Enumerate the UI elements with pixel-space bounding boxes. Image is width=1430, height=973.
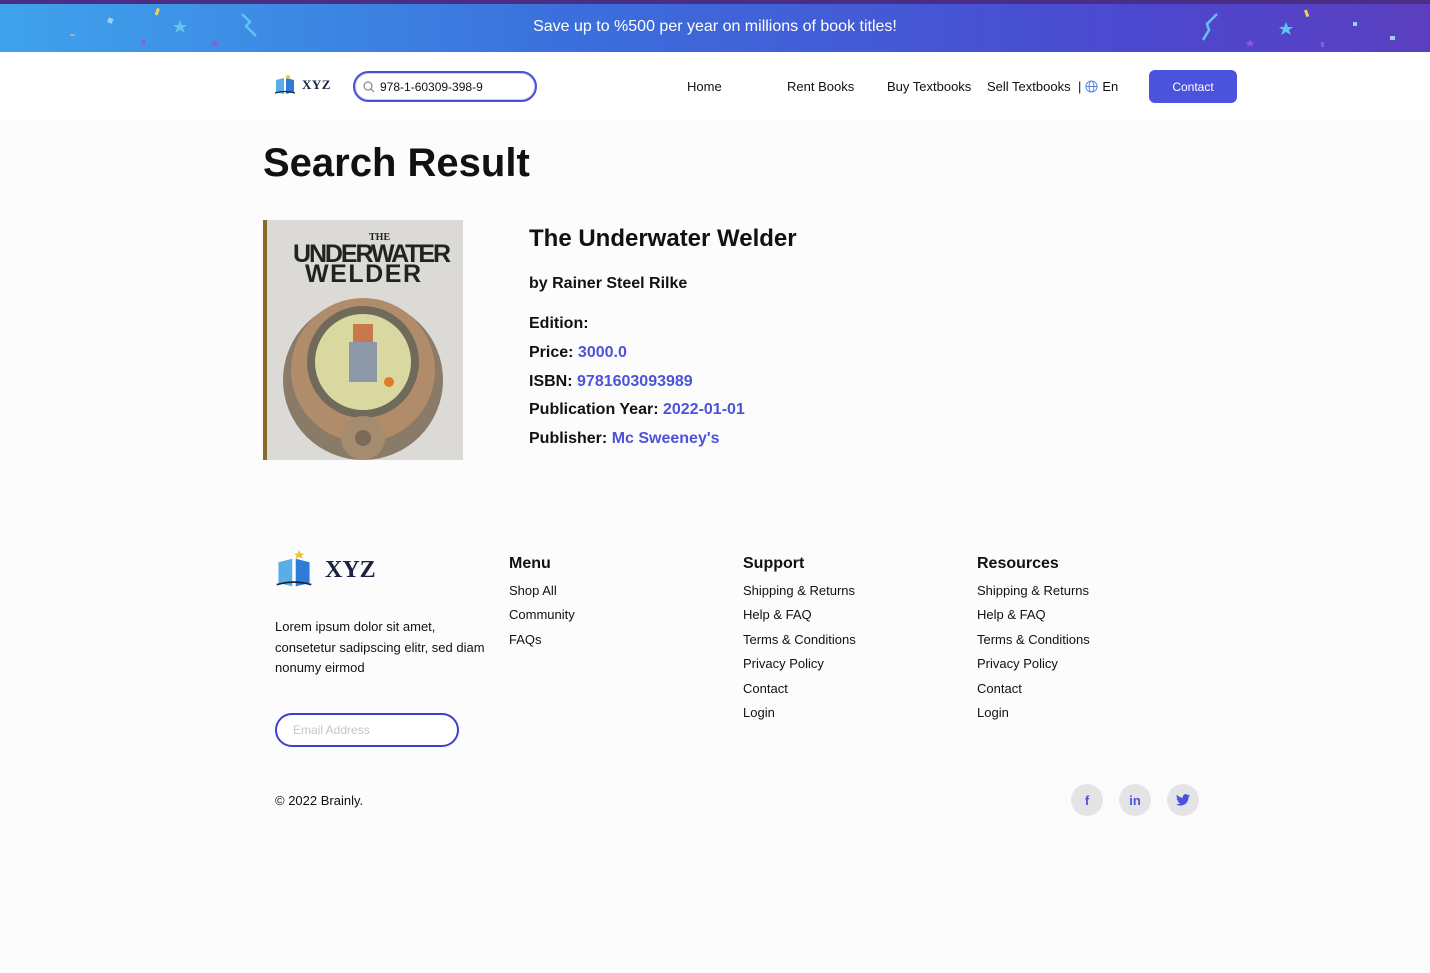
price-label: Price: [529,344,574,361]
footer-link-terms[interactable]: Terms & Conditions [977,630,1090,654]
isbn-value: 9781603093989 [577,373,693,390]
footer-logo-text: XYZ [325,556,376,583]
footer-link-contact[interactable]: Contact [977,679,1090,703]
open-book-logo-icon [276,550,312,587]
publisher-row: Publisher: Mc Sweeney's [529,430,720,448]
price-value: 3000.0 [577,344,627,361]
footer-support-column: Support Shipping & Returns Help & FAQ Te… [743,555,856,727]
publisher-value: Mc Sweeney's [611,430,720,447]
globe-icon [1085,80,1098,93]
cover-title-line3: WELDER [305,260,421,288]
publisher-label: Publisher: [529,430,608,447]
open-book-logo-icon [274,74,296,94]
linkedin-glyph: in [1129,792,1141,808]
promo-banner: Save up to %500 per year on millions of … [0,0,1430,52]
footer-link-help-faq[interactable]: Help & FAQ [743,605,856,629]
price-row: Price: 3000.0 [529,344,627,362]
footer-description: Lorem ipsum dolor sit amet, consetetur s… [275,619,485,675]
book-cover-image: THE UNDERWATER WELDER [263,220,463,460]
top-navigation: XYZ Home Rent Books Buy Textbooks Sell T… [0,52,1430,120]
footer-menu-column: Menu Shop All Community FAQs [509,555,575,654]
publication-year-value: 2022-01-01 [662,401,745,418]
facebook-glyph: f [1084,792,1090,808]
email-input[interactable] [275,713,459,747]
footer-support-heading: Support [743,555,805,572]
footer-menu-heading: Menu [509,555,551,572]
nav-home-link[interactable]: Home [687,79,722,94]
footer-link-shop-all[interactable]: Shop All [509,581,575,605]
publication-year-row: Publication Year: 2022-01-01 [529,401,745,419]
twitter-bird-icon [1176,794,1190,806]
nav-rent-books-link[interactable]: Rent Books [787,79,854,94]
edition-row: Edition: [529,315,589,333]
footer-link-privacy[interactable]: Privacy Policy [977,654,1090,678]
footer-link-faqs[interactable]: FAQs [509,630,575,654]
nav-sell-textbooks-link[interactable]: Sell Textbooks [987,79,1071,94]
footer-link-shipping-returns[interactable]: Shipping & Returns [743,581,856,605]
search-icon [363,80,375,92]
contact-button[interactable]: Contact [1149,70,1237,103]
footer-resources-column: Resources Shipping & Returns Help & FAQ … [977,555,1090,727]
book-title: The Underwater Welder [529,225,797,252]
book-author: by Rainer Steel Rilke [529,275,688,292]
language-label: En [1102,79,1119,94]
linkedin-icon[interactable]: in [1119,784,1151,816]
copyright-text: © 2022 Brainly. [275,793,364,808]
twitter-icon[interactable] [1167,784,1199,816]
confetti-right-decoration [1201,9,1395,47]
nav-separator: | [1078,79,1082,94]
footer-link-terms[interactable]: Terms & Conditions [743,630,856,654]
page-title: Search Result [263,141,530,185]
footer-resources-heading: Resources [977,555,1059,572]
isbn-row: ISBN: 9781603093989 [529,373,693,391]
footer-link-login[interactable]: Login [743,703,856,727]
footer-logo[interactable]: XYZ [275,550,376,590]
isbn-label: ISBN: [529,373,573,390]
edition-label: Edition: [529,315,589,332]
footer-link-community[interactable]: Community [509,605,575,629]
language-selector[interactable]: | En [1078,79,1118,94]
search-input[interactable] [380,79,530,94]
footer-link-help-faq[interactable]: Help & FAQ [977,605,1090,629]
footer-link-privacy[interactable]: Privacy Policy [743,654,856,678]
header-logo[interactable]: XYZ [274,74,331,96]
footer-link-contact[interactable]: Contact [743,679,856,703]
footer-link-login[interactable]: Login [977,703,1090,727]
footer-link-shipping-returns[interactable]: Shipping & Returns [977,581,1090,605]
facebook-icon[interactable]: f [1071,784,1103,816]
logo-text: XYZ [302,77,331,92]
nav-buy-textbooks-link[interactable]: Buy Textbooks [887,79,971,94]
search-box[interactable] [353,71,537,102]
publication-year-label: Publication Year: [529,401,659,418]
